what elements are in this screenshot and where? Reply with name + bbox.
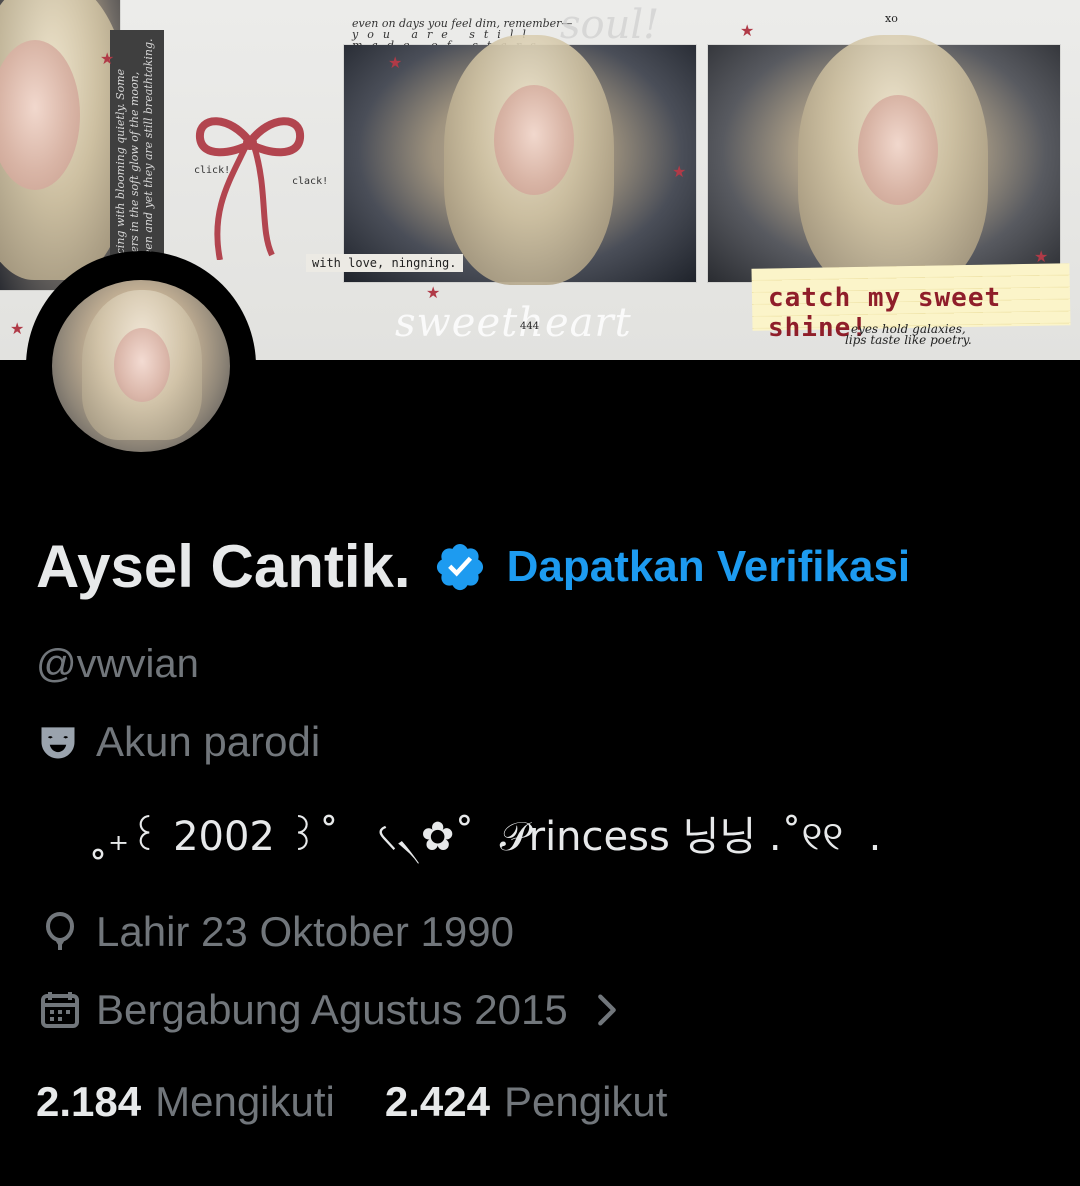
star-icon: ★: [388, 55, 403, 72]
followers-count: 2.424: [384, 1078, 490, 1125]
birthdate-row: Lahir 23 Oktober 1990: [36, 908, 514, 956]
banner-sweetheart-text: sweetheart: [395, 300, 632, 346]
banner-xo-text: xo: [885, 12, 898, 25]
banner-clack-text: clack!: [292, 176, 329, 187]
joined-text: Bergabung Agustus 2015: [96, 986, 568, 1033]
following-count: 2.184: [36, 1078, 142, 1125]
banner-click-text: click!: [194, 165, 231, 176]
balloon-icon: [45, 911, 75, 950]
following-label: Mengikuti: [155, 1078, 335, 1125]
joined-row[interactable]: Bergabung Agustus 2015: [36, 986, 622, 1034]
banner-number-text: 444: [520, 321, 540, 332]
display-name: Aysel Cantik.: [36, 533, 411, 600]
star-icon: ★: [100, 51, 115, 68]
banner-eyes-line2: lips taste like poetry.: [845, 333, 972, 347]
profile-handle: @vwvian: [36, 642, 199, 686]
follow-stats-row: 2.184 Mengikuti 2.424 Pengikut: [36, 1078, 667, 1126]
profile-name-row: Aysel Cantik. Dapatkan Verifikasi: [36, 532, 910, 601]
star-icon: ★: [10, 321, 25, 338]
get-verified-link[interactable]: Dapatkan Verifikasi: [507, 542, 911, 592]
followers-link[interactable]: 2.424 Pengikut: [385, 1078, 668, 1126]
followers-label: Pengikut: [503, 1078, 668, 1125]
star-icon: ★: [426, 285, 441, 302]
star-icon: ★: [740, 23, 755, 40]
verified-badge-icon[interactable]: [433, 540, 487, 594]
theater-mask-icon: [41, 727, 75, 759]
star-icon: ★: [672, 164, 687, 181]
banner-photo-right: [708, 35, 1060, 295]
birthdate-text: Lahir 23 Oktober 1990: [96, 908, 514, 955]
following-link[interactable]: 2.184 Mengikuti: [36, 1078, 335, 1126]
banner-soul-text: soul!: [560, 2, 660, 48]
banner-photo-middle: [344, 35, 696, 285]
banner-side-text: noticing with blooming quietly. Some flo…: [110, 30, 164, 280]
star-icon: ★: [1034, 249, 1049, 266]
banner-with-love-text: with love, ningning.: [306, 254, 463, 272]
parody-label-row: Akun parodi: [36, 718, 320, 766]
avatar[interactable]: [52, 280, 230, 452]
chevron-right-icon[interactable]: [592, 990, 622, 1030]
banner-photo-left: [0, 0, 130, 290]
banner-eyes-text: eyes hold galaxies, lips taste like poet…: [845, 323, 972, 347]
profile-bio: ˳₊꒰ 2002 ꒱˚ ৻৲✿˚ 𝒫rincess 닝닝 .˚୧୧ .: [88, 814, 882, 860]
calendar-icon: [41, 992, 79, 1028]
parody-label: Akun parodi: [96, 718, 321, 765]
